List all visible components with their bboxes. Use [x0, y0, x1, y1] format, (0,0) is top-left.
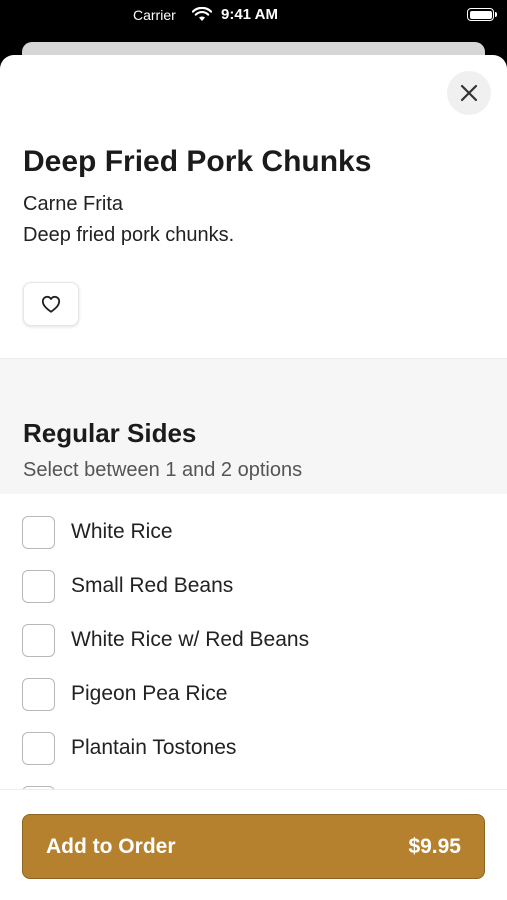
option-white-rice-red-beans[interactable]: White Rice w/ Red Beans: [22, 623, 482, 657]
add-to-order-label: Add to Order: [46, 835, 176, 858]
favorite-button[interactable]: [23, 282, 79, 326]
option-label: White Rice: [71, 520, 173, 543]
option-small-red-beans[interactable]: Small Red Beans: [22, 569, 482, 603]
option-white-rice[interactable]: White Rice: [22, 515, 482, 549]
order-price: $9.95: [408, 835, 461, 858]
bottom-action-bar: Add to Order $9.95: [0, 789, 507, 900]
app-screen: Carrier 9:41 AM Deep Fried Pork Chunks C…: [0, 0, 507, 900]
heart-icon: [41, 295, 61, 313]
section-title: Regular Sides: [23, 418, 197, 448]
checkbox[interactable]: [22, 623, 55, 657]
close-icon: [460, 84, 478, 102]
option-label: White Rice w/ Red Beans: [71, 628, 310, 651]
status-bar: Carrier 9:41 AM: [0, 0, 507, 34]
add-to-order-button[interactable]: Add to Order $9.95: [22, 814, 485, 879]
option-label: Plantain Tostones: [71, 736, 237, 759]
close-button[interactable]: [447, 71, 491, 115]
wifi-icon: [192, 7, 212, 21]
checkbox[interactable]: [22, 569, 55, 603]
item-subtitle: Carne Frita: [23, 193, 124, 215]
option-plantain-tostones[interactable]: Plantain Tostones: [22, 731, 482, 765]
section-subtitle: Select between 1 and 2 options: [23, 459, 303, 481]
checkbox[interactable]: [22, 731, 55, 765]
checkbox[interactable]: [22, 677, 55, 711]
option-label: Pigeon Pea Rice: [71, 682, 228, 705]
clock-time: 9:41 AM: [221, 6, 278, 23]
item-detail-sheet: Deep Fried Pork Chunks Carne Frita Deep …: [0, 55, 507, 900]
carrier-label: Carrier: [133, 7, 176, 23]
battery-icon: [467, 8, 497, 21]
item-title: Deep Fried Pork Chunks: [23, 145, 372, 178]
item-description: Deep fried pork chunks.: [23, 224, 235, 246]
option-pigeon-pea-rice[interactable]: Pigeon Pea Rice: [22, 677, 482, 711]
checkbox[interactable]: [22, 515, 55, 549]
sides-section-header: Regular Sides Select between 1 and 2 opt…: [0, 358, 507, 494]
option-label: Small Red Beans: [71, 574, 234, 597]
